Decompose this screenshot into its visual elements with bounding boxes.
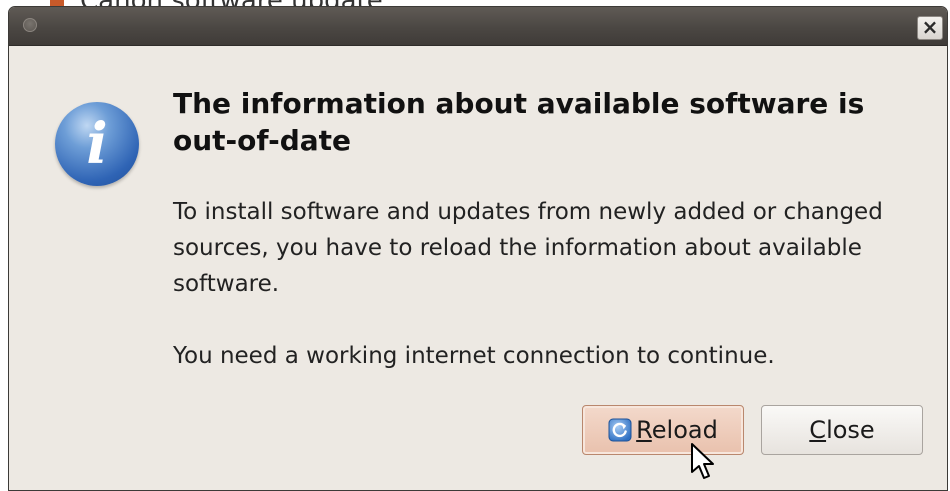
dialog-titlebar[interactable]: × xyxy=(9,7,947,46)
dialog-heading: The information about available software… xyxy=(173,87,865,157)
close-button[interactable]: Close xyxy=(761,405,923,455)
message-paragraph-reload: To install software and updates from new… xyxy=(173,199,883,297)
reload-button-label: Reload xyxy=(636,416,718,444)
window-menu-icon[interactable] xyxy=(23,18,37,32)
close-button-label: Close xyxy=(809,416,875,444)
information-icon: i xyxy=(55,102,139,186)
dialog-message: To install software and updates from new… xyxy=(173,194,943,374)
reload-icon xyxy=(608,418,632,442)
window-close-button[interactable]: × xyxy=(917,16,943,40)
mouse-pointer-icon xyxy=(691,443,714,479)
message-paragraph-connection: You need a working internet connection t… xyxy=(173,343,775,369)
